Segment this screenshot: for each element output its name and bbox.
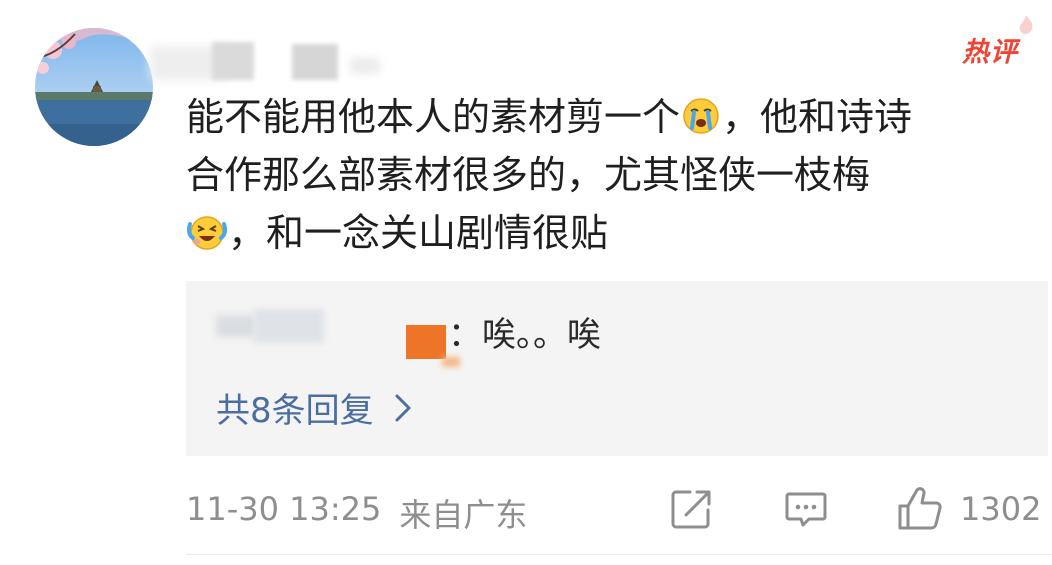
- comment-line: 能不能用他本人的素材剪一个 ，他和诗诗: [186, 95, 913, 139]
- avatar[interactable]: [35, 28, 153, 146]
- comment-text: 能不能用他本人的素材剪一个 ，他和诗诗 合作那么部素材很多的，尤其怪侠一枝梅 ，…: [186, 88, 1016, 262]
- hot-comment-badge: 热评: [962, 37, 1018, 68]
- share-icon[interactable]: [670, 488, 714, 530]
- view-replies-label: 共8条回复: [216, 391, 374, 431]
- reply-text: ：唉。。唉: [448, 315, 601, 355]
- action-bar: 1302: [0, 486, 1052, 534]
- divider: [186, 554, 1052, 555]
- view-replies-link[interactable]: 共8条回复: [216, 383, 412, 432]
- comment-line: 合作那么部素材很多的，尤其怪侠一枝梅: [186, 153, 871, 197]
- flame-icon: [1019, 15, 1033, 35]
- comment-icon[interactable]: [784, 490, 828, 530]
- username-redacted[interactable]: [150, 42, 390, 84]
- comment-card: 热评 能不能用他本人的素材剪一个 ，他和诗诗 合作那么部素材很多的，尤其怪侠一枝…: [0, 0, 1052, 565]
- like-icon[interactable]: [896, 486, 944, 532]
- laugh-cry-face-icon: [187, 212, 227, 252]
- like-count: 1302: [960, 490, 1042, 528]
- crying-face-icon: [681, 96, 721, 136]
- reply-preview[interactable]: ：唉。。唉 共8条回复: [186, 281, 1048, 456]
- comment-line: ，和一念关山剧情很贴: [186, 204, 1016, 262]
- reply-username-redacted[interactable]: [216, 305, 460, 367]
- chevron-right-icon: [395, 394, 411, 421]
